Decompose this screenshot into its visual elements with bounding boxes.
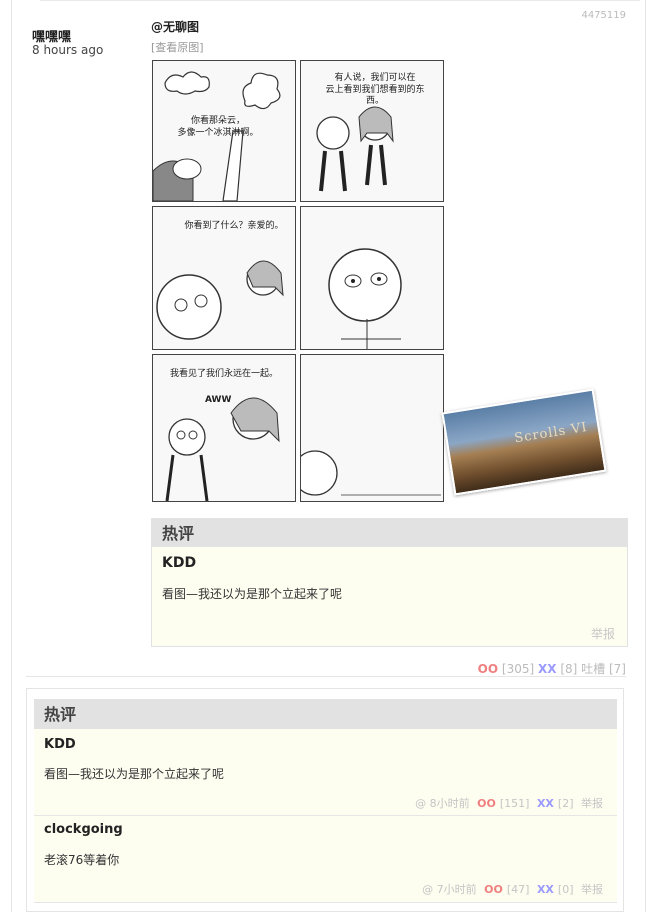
left-border	[11, 0, 12, 912]
comic-caption-2: 有人说，我们可以在 云上看到我们想看到的东西。	[325, 73, 425, 107]
comment-time[interactable]: @ 7小时前	[422, 883, 477, 896]
game-poster-image: Scrolls VI	[441, 388, 607, 496]
comment-item: KDD 看图—我还以为是那个立起来了呢 @ 8小时前 OO [151] XX [2]…	[34, 729, 617, 816]
comment-oo-button[interactable]: OO	[484, 883, 503, 896]
oo-count: [305]	[501, 662, 535, 676]
comment-text: 老滚76等着你	[44, 853, 120, 867]
comment-text: 看图—我还以为是那个立起来了呢	[44, 767, 225, 781]
comment-xx-button[interactable]: XX	[537, 797, 554, 810]
comment-oo-button[interactable]: OO	[477, 797, 496, 810]
hot-comments-title: 热评	[34, 699, 617, 729]
comment-meta: @ 8小时前 OO [151] XX [2] 举报	[411, 795, 603, 811]
tucao-link[interactable]: 吐槽 [7]	[581, 662, 626, 676]
comment-oo-count: [47]	[506, 883, 530, 896]
comic-image[interactable]: 你看那朵云， 多像一个冰淇淋啊。 有人说，我们可以在 云上看到我们想看到的东西。 你…	[152, 57, 607, 502]
comment-xx-button[interactable]: XX	[537, 883, 554, 896]
inline-hot-text: 看图—我还以为是那个立起来了呢	[162, 587, 343, 601]
comment-report-link[interactable]: 举报	[581, 883, 603, 896]
post-divider	[26, 676, 626, 677]
poster-title: Scrolls VI	[513, 419, 589, 447]
post-id: 4475119	[581, 10, 626, 21]
comment-user[interactable]: clockgoing	[44, 822, 123, 837]
post-time: 8 hours ago	[32, 43, 104, 57]
right-border	[645, 0, 646, 912]
comment-time[interactable]: @ 8小时前	[415, 797, 470, 810]
comment-oo-count: [151]	[499, 797, 530, 810]
category-tag[interactable]: @无聊图	[151, 18, 199, 35]
comic-panel-4	[300, 206, 444, 350]
comic-panel-2: 有人说，我们可以在 云上看到我们想看到的东西。	[300, 60, 444, 202]
comic-caption-1: 你看那朵云， 多像一个冰淇淋啊。	[177, 116, 259, 138]
comment-item: clockgoing 老滚76等着你 @ 7小时前 OO [47] XX [0] 举…	[34, 816, 617, 903]
post-vote-bar: OO [305] XX [8] 吐槽 [7]	[478, 660, 626, 677]
comment-report-link[interactable]: 举报	[581, 797, 603, 810]
comment-xx-count: [2]	[557, 797, 574, 810]
inline-report-link[interactable]: 举报	[591, 625, 615, 642]
inline-hot-title: 热评	[152, 519, 627, 547]
comment-xx-count: [0]	[557, 883, 574, 896]
xx-button[interactable]: XX	[538, 662, 557, 676]
comment-user[interactable]: KDD	[44, 737, 76, 752]
xx-count: [8]	[560, 662, 578, 676]
inline-hot-user[interactable]: KDD	[162, 555, 196, 571]
comic-panel-3: 你看到了什么？亲爱的。	[152, 206, 296, 350]
top-divider	[40, 0, 640, 1]
comic-caption-aww: AWW	[205, 395, 232, 405]
comic-panel-6	[300, 354, 444, 502]
comment-meta: @ 7小时前 OO [47] XX [0] 举报	[418, 881, 603, 897]
comic-caption-4: 我看见了我们永远在一起。	[169, 369, 278, 379]
oo-button[interactable]: OO	[478, 662, 498, 676]
comic-caption-3: 你看到了什么？亲爱的。	[184, 221, 284, 231]
comic-panel-1: 你看那朵云， 多像一个冰淇淋啊。	[152, 60, 296, 202]
comic-panel-5: 我看见了我们永远在一起。 AWW	[152, 354, 296, 502]
hot-comments-section: 热评 KDD 看图—我还以为是那个立起来了呢 @ 8小时前 OO [151] XX…	[26, 688, 624, 912]
inline-hot-comment: 热评 KDD 看图—我还以为是那个立起来了呢 举报	[151, 518, 628, 647]
view-original-link[interactable]: [查看原图]	[151, 39, 204, 55]
